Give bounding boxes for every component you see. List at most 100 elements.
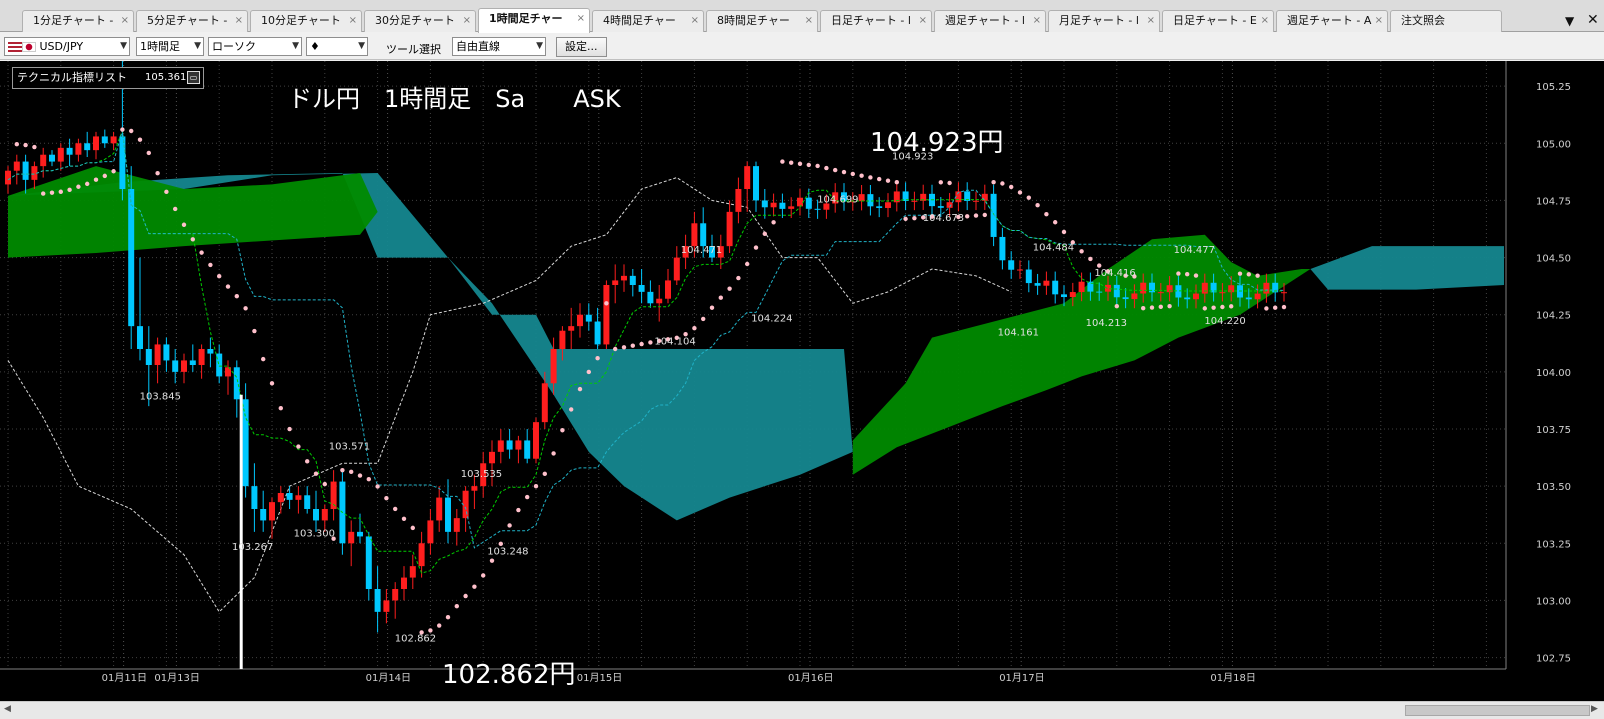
tab-12[interactable]: 注文照会: [1390, 10, 1502, 32]
price-annotation: 103.248: [487, 547, 528, 558]
candle-body: [744, 166, 751, 189]
timeframe-select[interactable]: 1時間足 ▼: [136, 37, 204, 56]
tab-11[interactable]: 週足チャート - A ×: [1276, 10, 1388, 32]
tab-3[interactable]: 30分足チャート ×: [364, 10, 476, 32]
parabolic-sar-dot: [982, 212, 987, 218]
parabolic-sar-dot: [93, 177, 99, 182]
price-annotation: 103.571: [329, 442, 370, 453]
candle-style-select[interactable]: ♦ ▼: [306, 37, 368, 56]
chart-area[interactable]: 105.25 105.00 104.75 104.50 104.25 104.00 103.…: [0, 61, 1604, 701]
candle-body: [990, 193, 997, 237]
x-tick-label: 01月14日: [366, 672, 411, 684]
parabolic-sar-dot: [305, 459, 310, 464]
parabolic-sar-dot: [507, 523, 512, 528]
parabolic-sar-dot: [947, 180, 952, 186]
close-tab-icon[interactable]: ×: [691, 11, 699, 31]
close-window-icon[interactable]: ✕: [1587, 12, 1599, 28]
scroll-right-icon[interactable]: ▶: [1591, 704, 1598, 714]
parabolic-sar-dot: [1009, 184, 1014, 190]
scroll-left-icon[interactable]: ◀: [4, 704, 11, 714]
parabolic-sar-dot: [1088, 256, 1093, 262]
candle-body: [409, 566, 416, 578]
candle-body: [1008, 260, 1015, 270]
parabolic-sar-dot: [551, 451, 556, 456]
tab-7[interactable]: 日足チャート - l ×: [820, 10, 932, 32]
parabolic-sar-dot: [736, 275, 741, 281]
parabolic-sar-dot: [129, 128, 134, 134]
candle-body: [533, 422, 539, 459]
tab-list-dropdown-icon[interactable]: ▼: [1565, 14, 1574, 28]
candle-body: [1034, 283, 1041, 286]
parabolic-sar-dot: [489, 558, 495, 563]
parabolic-sar-dot: [701, 316, 706, 322]
parabolic-sar-dot: [973, 213, 979, 218]
parabolic-sar-dot: [454, 603, 459, 609]
y-tick-label: 103.00: [1536, 596, 1571, 607]
close-tab-icon[interactable]: ×: [121, 11, 129, 31]
price-chart[interactable]: 105.25 105.00 104.75 104.50 104.25 104.00 103.…: [0, 61, 1604, 701]
parabolic-sar-dot: [173, 206, 178, 212]
tool-select-label: ツール選択: [386, 43, 441, 56]
parabolic-sar-dot: [850, 171, 855, 177]
candle-body: [75, 143, 82, 155]
candle-body: [577, 314, 583, 327]
ichimoku-cloud-bearish: [1310, 246, 1504, 290]
parabolic-sar-dot: [1017, 190, 1023, 195]
tab-2[interactable]: 10分足チャート ×: [250, 10, 362, 32]
x-tick-label: 01月11日: [102, 672, 147, 684]
y-tick-label: 103.25: [1536, 539, 1571, 550]
candle-body: [181, 360, 187, 372]
tab-0[interactable]: 1分足チャート - ×: [22, 10, 134, 32]
tab-6[interactable]: 8時間足チャー ×: [706, 10, 818, 32]
tab-5[interactable]: 4時間足チャー ×: [592, 10, 704, 32]
tab-label: 4時間足チャー: [603, 14, 676, 27]
candle-body: [788, 206, 795, 209]
tab-8[interactable]: 週足チャート - l ×: [934, 10, 1046, 32]
parabolic-sar-dot: [1026, 195, 1032, 200]
candle-body: [145, 349, 152, 365]
chevron-down-icon: ▼: [536, 41, 543, 51]
parabolic-sar-dot: [1220, 304, 1225, 310]
close-tab-icon[interactable]: ×: [463, 11, 471, 31]
close-tab-icon[interactable]: ×: [805, 11, 813, 31]
close-tab-icon[interactable]: ×: [1147, 11, 1155, 31]
drawing-tool-select[interactable]: 自由直線 ▼: [452, 37, 546, 56]
parabolic-sar-dot: [762, 231, 767, 237]
parabolic-sar-dot: [709, 305, 715, 310]
parabolic-sar-dot: [780, 159, 785, 164]
settings-button[interactable]: 設定...: [556, 37, 607, 57]
parabolic-sar-dot: [516, 507, 521, 513]
close-tab-icon[interactable]: ×: [577, 9, 585, 29]
close-tab-icon[interactable]: ×: [349, 11, 357, 31]
collapse-icon[interactable]: ▭: [187, 71, 200, 84]
candle-body: [612, 280, 619, 285]
parabolic-sar-dot: [120, 127, 125, 132]
parabolic-sar-dot: [868, 175, 873, 180]
candle-body: [436, 497, 443, 521]
close-tab-icon[interactable]: ×: [1033, 11, 1041, 31]
candle-body: [1281, 292, 1287, 294]
scrollbar-thumb[interactable]: [1405, 705, 1590, 716]
price-annotation: 102.862: [395, 634, 436, 645]
parabolic-sar-dot: [797, 161, 803, 167]
tab-4[interactable]: 1時間足チャー ×: [478, 8, 590, 33]
close-tab-icon[interactable]: ×: [235, 11, 243, 31]
parabolic-sar-dot: [181, 222, 187, 227]
technical-indicator-list[interactable]: テクニカル指標リスト 105.361 ▭: [12, 67, 204, 89]
close-tab-icon[interactable]: ×: [1261, 11, 1269, 31]
candle-body: [585, 314, 592, 322]
tab-9[interactable]: 月足チャート - l ×: [1048, 10, 1160, 32]
chart-type-select[interactable]: ローソク ▼: [208, 37, 302, 56]
close-tab-icon[interactable]: ×: [1375, 11, 1383, 31]
price-annotation: 104.224: [751, 314, 792, 325]
symbol-select[interactable]: USD/JPY ▼: [4, 37, 130, 56]
parabolic-sar-dot: [41, 191, 46, 196]
parabolic-sar-dot: [833, 167, 838, 173]
parabolic-sar-dot: [164, 189, 169, 195]
tab-1[interactable]: 5分足チャート - ×: [136, 10, 248, 32]
horizontal-scrollbar[interactable]: ◀ ▶: [0, 701, 1604, 719]
close-tab-icon[interactable]: ×: [919, 11, 927, 31]
candle-body: [594, 321, 601, 345]
tab-10[interactable]: 日足チャート - E ×: [1162, 10, 1274, 32]
parabolic-sar-dot: [190, 237, 195, 242]
